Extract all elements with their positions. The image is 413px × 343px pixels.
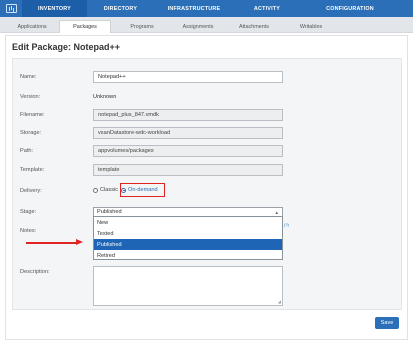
stage-label: Stage: xyxy=(20,209,37,215)
version-label: Version: xyxy=(20,94,41,100)
stage-option-published[interactable]: Published xyxy=(94,239,282,250)
delivery-classic-option[interactable]: Classic xyxy=(93,187,118,193)
template-label: Template: xyxy=(20,167,45,173)
version-value: Unknown xyxy=(93,94,117,100)
notes-label: Notes: xyxy=(20,228,37,234)
page-title: Edit Package: Notepad++ xyxy=(12,42,121,52)
storage-field: vsanDatastore-wdc-workload xyxy=(93,127,283,139)
top-navigation-bar: INVENTORY DIRECTORY INFRASTRUCTURE ACTIV… xyxy=(0,0,413,17)
delivery-label: Delivery: xyxy=(20,188,42,194)
radio-classic[interactable] xyxy=(93,187,98,193)
name-label: Name: xyxy=(20,74,37,80)
stage-option-retired[interactable]: Retired xyxy=(94,250,282,261)
tab-applications[interactable]: Applications xyxy=(8,20,56,33)
stage-option-new[interactable]: New xyxy=(94,217,282,228)
annotation-arrow-shaft xyxy=(26,242,78,244)
description-label: Description: xyxy=(20,269,50,275)
path-label: Path: xyxy=(20,148,34,154)
filename-label: Filename: xyxy=(20,112,45,118)
stage-dropdown-list: New Tested Published Retired xyxy=(93,216,283,260)
save-button[interactable]: Save xyxy=(375,317,399,329)
annotation-arrow-head-icon xyxy=(76,239,83,245)
filename-field: notepad_plus_847.vmdk xyxy=(93,109,283,121)
tab-writables[interactable]: Writables xyxy=(284,20,338,33)
description-textarea[interactable]: ◢ xyxy=(93,266,283,306)
nav-inventory[interactable]: INVENTORY xyxy=(22,0,87,17)
name-field[interactable]: Notepad++ xyxy=(93,71,283,83)
app-logo[interactable] xyxy=(0,0,22,17)
delivery-classic-label: Classic xyxy=(100,187,119,193)
storage-label: Storage: xyxy=(20,130,42,136)
path-field: appvolumes/packages xyxy=(93,145,283,157)
tab-attachments[interactable]: Attachments xyxy=(227,20,281,33)
stage-selected-value: Published xyxy=(97,209,122,215)
chevron-down-icon: ▲ xyxy=(274,209,279,215)
on-demand-highlight-box xyxy=(120,183,165,197)
nav-infrastructure[interactable]: INFRASTRUCTURE xyxy=(154,0,234,17)
nav-directory[interactable]: DIRECTORY xyxy=(87,0,154,17)
tab-packages[interactable]: Packages xyxy=(59,20,111,33)
stage-option-tested[interactable]: Tested xyxy=(94,228,282,239)
resize-handle-icon[interactable]: ◢ xyxy=(278,299,281,304)
nav-activity[interactable]: ACTIVITY xyxy=(234,0,300,17)
tab-programs[interactable]: Programs xyxy=(114,20,170,33)
tab-assignments[interactable]: Assignments xyxy=(172,20,224,33)
sub-tab-bar: Applications Packages Programs Assignmen… xyxy=(0,17,413,33)
chart-logo-icon xyxy=(5,4,17,13)
template-field: template xyxy=(93,164,283,176)
nav-configuration[interactable]: CONFIGURATION xyxy=(300,0,400,17)
notes-help-hint[interactable]: (?) xyxy=(284,222,289,227)
